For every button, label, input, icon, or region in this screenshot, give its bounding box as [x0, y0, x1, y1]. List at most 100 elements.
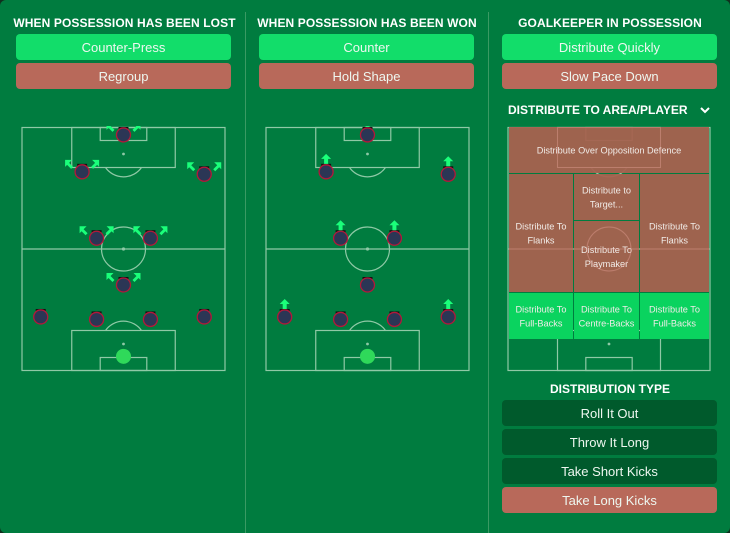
- goal-box-bottom: [585, 356, 633, 372]
- player-marker: [33, 308, 49, 325]
- zone-fill: [640, 174, 709, 292]
- zone-target[interactable]: Distribute to Target...: [574, 174, 639, 220]
- pitch-won: [265, 126, 470, 372]
- player-dot: [386, 230, 403, 246]
- distribution-type-title: DISTRIBUTION TYPE: [549, 382, 670, 396]
- player-dot: [196, 309, 212, 325]
- pitch-markings: [21, 126, 226, 372]
- goalkeeper-dot: [116, 348, 131, 364]
- player-dot: [115, 127, 132, 143]
- tactics-panel: WHEN POSSESSION HAS BEEN LOST Counter-Pr…: [0, 0, 730, 533]
- player-marker: [359, 126, 376, 143]
- press-right-arrow-icon: [213, 162, 222, 172]
- player-dot: [386, 311, 403, 328]
- take-long-kicks-button[interactable]: Take Long Kicks: [502, 487, 717, 513]
- player-marker: [386, 311, 403, 328]
- player-dot: [359, 127, 376, 143]
- zone-left-fullback[interactable]: Distribute To Full-Backs: [509, 293, 573, 339]
- centre-spot: [365, 247, 370, 251]
- throw-it-long-button[interactable]: Throw It Long: [502, 429, 717, 455]
- player-dot: [196, 166, 212, 182]
- take-short-kicks-button[interactable]: Take Short Kicks: [502, 458, 717, 484]
- possession-won-section: WHEN POSSESSION HAS BEEN WON Counter Hol…: [246, 0, 488, 533]
- player-dot: [440, 309, 456, 325]
- roll-it-out-button[interactable]: Roll It Out: [502, 400, 717, 426]
- player-marker: [332, 311, 349, 328]
- possession-lost-section: WHEN POSSESSION HAS BEEN LOST Counter-Pr…: [0, 0, 245, 533]
- distribution-zone-pitch: Distribute Over Opposition Defence Distri…: [507, 126, 711, 372]
- zone-over-defence[interactable]: Distribute Over Opposition Defence: [509, 127, 709, 173]
- player-marker: [106, 272, 141, 293]
- player-marker: [318, 153, 334, 180]
- section-title: WHEN POSSESSION HAS BEEN WON: [257, 16, 477, 30]
- player-marker: [106, 126, 141, 143]
- regroup-button[interactable]: Regroup: [16, 63, 231, 89]
- zone-left-flank[interactable]: Distribute To Flanks: [509, 174, 573, 292]
- zone-fill: [509, 174, 573, 292]
- zone-fill: [574, 174, 639, 220]
- player-dot: [74, 164, 90, 180]
- forward-arrow-icon: [443, 298, 454, 309]
- penalty-arc-top: [349, 167, 386, 178]
- player-marker: [65, 159, 100, 180]
- forward-arrow-icon: [321, 153, 332, 164]
- distribute-area-dropdown-label[interactable]: DISTRIBUTE TO AREA/PLAYER: [508, 103, 688, 117]
- penalty-arc-bottom: [349, 320, 386, 331]
- player-marker: [79, 226, 114, 246]
- press-left-arrow-icon: [106, 126, 115, 132]
- zone-label: Flanks: [527, 236, 554, 246]
- zone-label: Distribute To: [581, 305, 632, 315]
- penalty-arc-top: [105, 167, 142, 178]
- zone-fill: [509, 293, 573, 339]
- player-dot: [359, 277, 376, 293]
- press-left-arrow-icon: [106, 272, 115, 282]
- counter-press-button[interactable]: Counter-Press: [16, 34, 231, 60]
- player-marker: [187, 162, 222, 182]
- distribute-quickly-button[interactable]: Distribute Quickly: [502, 34, 717, 60]
- zone-label: Distribute to: [582, 186, 631, 196]
- player-dot: [115, 277, 132, 293]
- section-title: WHEN POSSESSION HAS BEEN LOST: [13, 16, 236, 30]
- penalty-arc-bottom: [105, 320, 142, 331]
- zone-label: Distribute Over Opposition Defence: [537, 146, 682, 156]
- player-marker: [440, 298, 456, 325]
- player-marker: [277, 298, 293, 325]
- pitch-lost: [21, 126, 226, 372]
- counter-button[interactable]: Counter: [259, 34, 474, 60]
- press-right-arrow-icon: [132, 126, 141, 132]
- penalty-spot: [122, 342, 125, 346]
- player-dot: [332, 311, 349, 328]
- press-right-arrow-icon: [105, 226, 114, 236]
- zone-fill: [574, 293, 639, 339]
- zone-label: Distribute To: [516, 222, 567, 232]
- zone-centre-backs[interactable]: Distribute To Centre-Backs: [574, 293, 639, 339]
- zone-label: Full-Backs: [653, 319, 696, 329]
- zone-label: Distribute To: [649, 222, 700, 232]
- hold-shape-button[interactable]: Hold Shape: [259, 63, 474, 89]
- chevron-down-icon[interactable]: [699, 104, 711, 116]
- press-right-arrow-icon: [132, 272, 141, 282]
- zone-fill: [640, 293, 709, 339]
- player-dot: [88, 230, 105, 246]
- press-left-arrow-icon: [133, 226, 142, 236]
- penalty-spot: [122, 152, 125, 156]
- zone-right-flank[interactable]: Distribute To Flanks: [640, 174, 709, 292]
- player-marker: [116, 348, 131, 364]
- player-dot: [33, 309, 49, 325]
- penalty-spot: [366, 152, 369, 156]
- slow-pace-down-button[interactable]: Slow Pace Down: [502, 63, 717, 89]
- player-marker: [360, 348, 375, 364]
- penalty-spot: [607, 342, 611, 346]
- forward-arrow-icon: [279, 298, 290, 309]
- player-marker: [142, 311, 159, 328]
- player-dot: [440, 166, 456, 182]
- forward-arrow-icon: [389, 220, 400, 231]
- zone-right-fullback[interactable]: Distribute To Full-Backs: [640, 293, 709, 339]
- player-dot: [142, 230, 159, 246]
- forward-arrow-icon: [365, 126, 370, 127]
- player-marker: [359, 276, 376, 293]
- zone-label: Distribute To: [649, 305, 700, 315]
- player-dot: [318, 164, 334, 180]
- press-right-arrow-icon: [159, 226, 168, 236]
- zone-label: Target...: [590, 200, 623, 210]
